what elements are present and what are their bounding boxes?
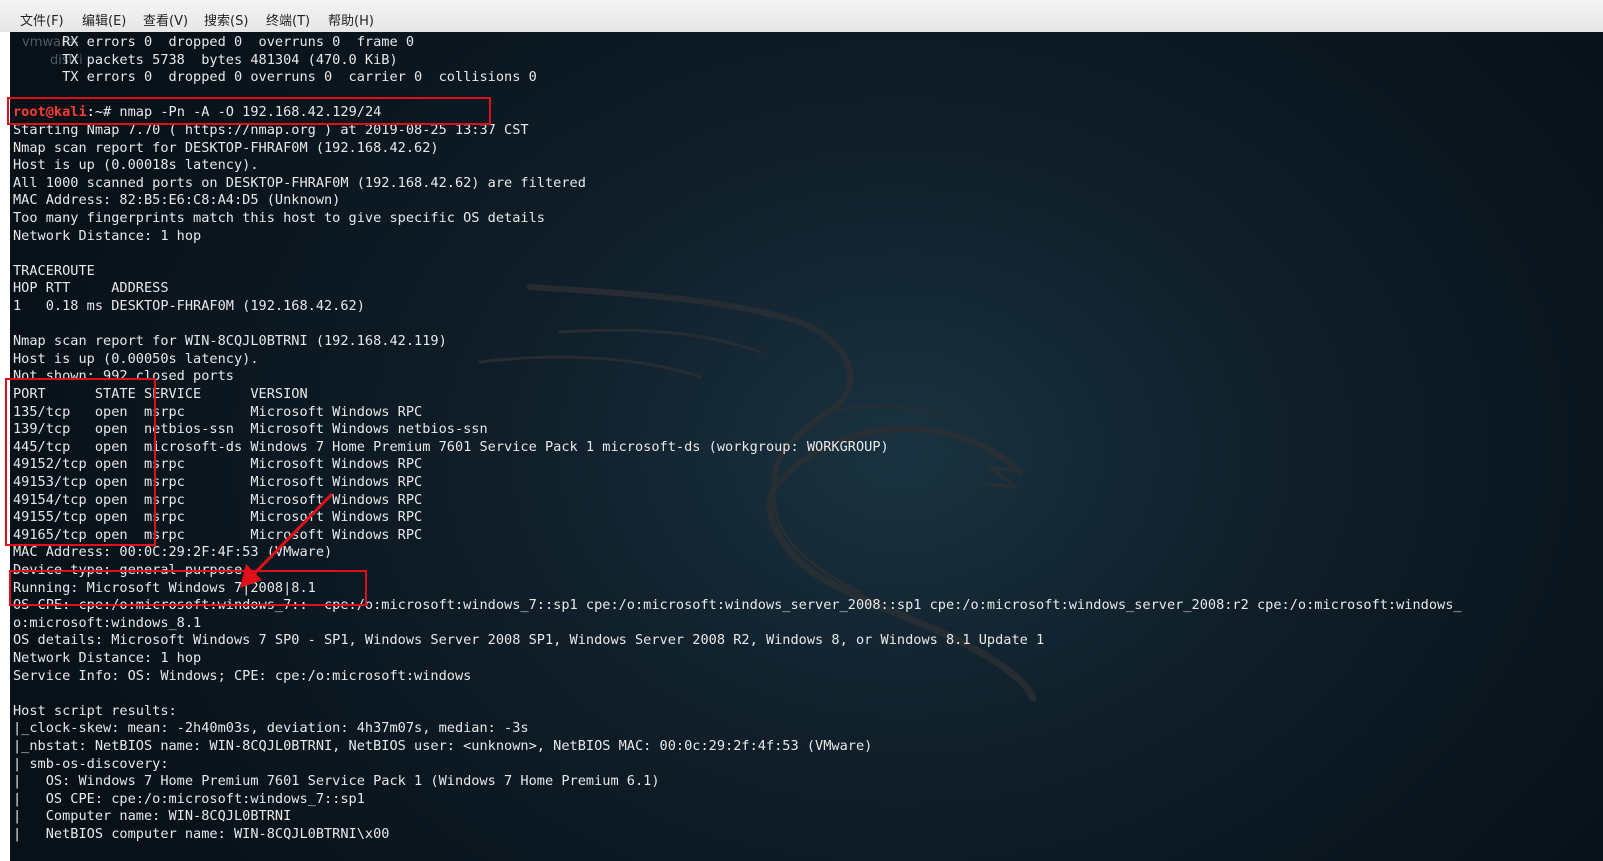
terminal-line: Nmap scan report for WIN-8CQJL0BTRNI (19…: [13, 333, 447, 350]
terminal-line: HOP RTT ADDRESS: [13, 280, 169, 297]
terminal-line: | OS: Windows 7 Home Premium 7601 Servic…: [13, 773, 660, 790]
terminal-line: All 1000 scanned ports on DESKTOP-FHRAF0…: [13, 174, 586, 191]
terminal-line: MAC Address: 00:0C:29:2F:4F:53 (VMware): [13, 544, 333, 561]
command-prompt-line: root@kali:~# nmap -Pn -A -O 192.168.42.1…: [13, 104, 381, 122]
terminal-line: o:microsoft:windows_8.1: [13, 614, 202, 631]
terminal-line: | Computer name: WIN-8CQJL0BTRNI: [13, 808, 292, 825]
terminal-line: Network Distance: 1 hop: [13, 650, 202, 666]
terminal-line: Host is up (0.00050s latency).: [13, 350, 259, 367]
terminal-line: |_clock-skew: mean: -2h40m03s, deviation…: [13, 720, 529, 737]
terminal-line: 49153/tcp open msrpc Microsoft Windows R…: [13, 474, 423, 490]
terminal-line: RX errors 0 dropped 0 overruns 0 frame 0: [13, 34, 415, 50]
terminal-line: 139/tcp open netbios-ssn Microsoft Windo…: [13, 421, 488, 438]
terminal-line: Network Distance: 1 hop: [13, 227, 202, 244]
terminal-line: 49152/tcp open msrpc Microsoft Windows R…: [13, 456, 423, 473]
terminal-line: MAC Address: 82:B5:E6:C8:A4:D5 (Unknown): [13, 192, 341, 209]
terminal-line: | smb-os-discovery:: [13, 755, 169, 772]
terminal-line: TX errors 0 dropped 0 overruns 0 carrier…: [13, 69, 537, 86]
terminal-line: Host is up (0.00018s latency).: [13, 157, 259, 174]
menu-help[interactable]: 帮助(H): [328, 12, 374, 32]
terminal-line: Service Info: OS: Windows; CPE: cpe:/o:m…: [13, 667, 472, 684]
terminal-line: TRACEROUTE: [13, 262, 95, 279]
terminal-line: OS details: Microsoft Windows 7 SP0 - SP…: [13, 632, 1045, 649]
menu-search[interactable]: 搜索(S): [204, 12, 248, 32]
terminal-line: Host script results:: [13, 702, 177, 719]
prompt-user: root@kali: [13, 104, 87, 121]
terminal-line: 49165/tcp open msrpc Microsoft Windows R…: [13, 526, 423, 543]
terminal-line: |_nbstat: NetBIOS name: WIN-8CQJL0BTRNI,…: [13, 738, 873, 754]
left-window-edge: [0, 32, 10, 861]
terminal-line: Nmap scan report for DESKTOP-FHRAF0M (19…: [13, 139, 439, 156]
terminal-line: Starting Nmap 7.70 ( https://nmap.org ) …: [13, 122, 529, 138]
terminal-line: Too many fingerprints match this host to…: [13, 210, 545, 226]
menu-terminal[interactable]: 终端(T): [266, 12, 310, 32]
terminal-line: | NetBIOS computer name: WIN-8CQJL0BTRNI…: [13, 826, 390, 842]
menu-bar: 文件(F) 编辑(E) 查看(V) 搜索(S) 终端(T) 帮助(H): [0, 0, 1603, 33]
menu-edit[interactable]: 编辑(E): [82, 12, 126, 32]
terminal-line: Not shown: 992 closed ports: [13, 368, 234, 385]
terminal-line: 49155/tcp open msrpc Microsoft Windows R…: [13, 509, 423, 526]
terminal-line: Device type: general purpose: [13, 562, 243, 578]
terminal-line: 445/tcp open microsoft-ds Windows 7 Home…: [13, 438, 889, 455]
menu-view[interactable]: 查看(V): [143, 12, 188, 32]
terminal-area[interactable]: vmware- distri RX errors 0 dropped 0 ove…: [0, 32, 1603, 861]
terminal-line: | OS CPE: cpe:/o:microsoft:windows_7::sp…: [13, 790, 365, 807]
prompt-command: # nmap -Pn -A -O 192.168.42.129/24: [103, 104, 382, 121]
terminal-line: 1 0.18 ms DESKTOP-FHRAF0M (192.168.42.62…: [13, 298, 365, 314]
terminal-line: Running: Microsoft Windows 7|2008|8.1: [13, 579, 316, 596]
terminal-line: 135/tcp open msrpc Microsoft Windows RPC: [13, 403, 423, 420]
terminal-line: OS CPE: cpe:/o:microsoft:windows_7::- cp…: [13, 597, 1462, 614]
terminal-line: TX packets 5738 bytes 481304 (470.0 KiB): [13, 51, 398, 68]
terminal-line: 49154/tcp open msrpc Microsoft Windows R…: [13, 491, 423, 508]
menu-file[interactable]: 文件(F): [20, 12, 64, 32]
terminal-line: PORT STATE SERVICE VERSION: [13, 386, 308, 402]
prompt-path: :~: [86, 104, 104, 121]
